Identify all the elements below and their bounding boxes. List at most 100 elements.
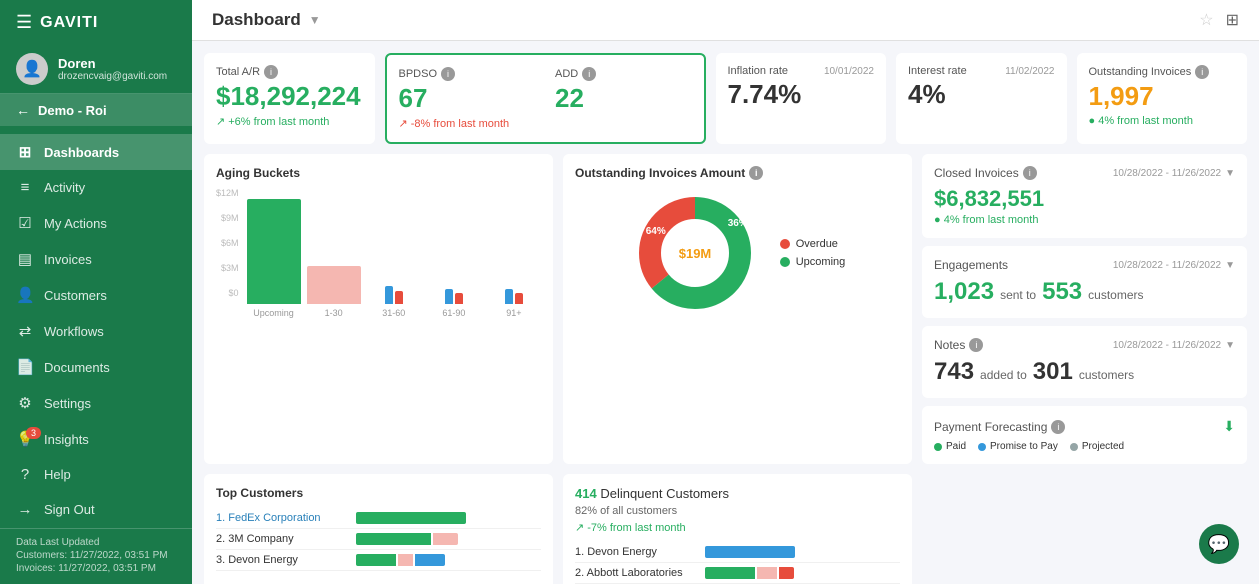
engagements-values: 1,023 sent to 553 customers: [934, 278, 1235, 306]
outstanding-label: Outstanding Invoices i: [1089, 65, 1236, 79]
customer-bar-blue: [415, 554, 445, 566]
info-icon-pf: i: [1051, 420, 1065, 434]
activity-icon: ≡: [16, 179, 34, 196]
eng-sent-to: sent to: [1000, 288, 1036, 302]
sidebar-item-label: Settings: [44, 396, 91, 411]
legend-projected: Projected: [1070, 441, 1124, 452]
outstanding-amount-title: Outstanding Invoices Amount i: [575, 166, 900, 180]
topbar-right: ☆ ⊞: [1199, 10, 1239, 30]
trend-down-icon: ↗: [399, 117, 408, 130]
customer-name: 2. 3M Company: [216, 533, 356, 545]
metric-bpdso: BPDSO i 67 ↗ -8% from last month: [399, 67, 536, 130]
interest-value: 4%: [908, 79, 1055, 110]
y-axis: $12M $9M $6M $3M $0: [216, 188, 243, 318]
legend-promise: Promise to Pay: [978, 441, 1058, 452]
filter-icon[interactable]: ⊞: [1226, 10, 1239, 30]
sidebar-item-label: Workflows: [44, 324, 104, 339]
upcoming-dot: [780, 257, 790, 267]
dropdown-arrow-icon[interactable]: ▼: [309, 13, 321, 27]
metric-add: ADD i 22: [555, 67, 692, 130]
info-icon-bpdso: i: [441, 67, 455, 81]
footer-line1: Data Last Updated: [16, 537, 176, 548]
eng-sent: 1,023: [934, 278, 994, 306]
customer-bar-green: [356, 554, 396, 566]
eng-customers-label: customers: [1088, 288, 1143, 302]
sidebar-item-help[interactable]: ? Help: [0, 457, 192, 492]
sidebar-item-settings[interactable]: ⚙ Settings: [0, 385, 192, 421]
del-bar-pink: [757, 567, 777, 579]
donut-chart: $19M 64% 36%: [630, 188, 760, 318]
bottom-right-placeholder: [922, 474, 1247, 584]
delinquent-header: 414 Delinquent Customers: [575, 486, 900, 501]
customer-name: 3. Devon Energy: [216, 554, 356, 566]
sidebar-item-dashboards[interactable]: ⊞ Dashboards: [0, 134, 192, 170]
check-icon: ☑: [16, 214, 34, 232]
hamburger-icon[interactable]: ☰: [16, 12, 32, 33]
main-content: Dashboard ▼ ☆ ⊞ Total A/R i $18,292,224 …: [192, 0, 1259, 584]
info-icon-oia: i: [749, 166, 763, 180]
delinquent-count: 414: [575, 486, 597, 501]
sidebar-item-workflows[interactable]: ⇄ Workflows: [0, 313, 192, 349]
trend-icon: ↗: [575, 521, 584, 534]
sidebar-item-customers[interactable]: 👤 Customers: [0, 277, 192, 313]
metric-value: $18,292,224: [216, 81, 363, 112]
payment-forecast-card: Payment Forecasting i ⬇ Paid Promise to …: [922, 406, 1247, 464]
legend-overdue: Overdue: [780, 238, 846, 250]
insights-badge: 3: [26, 427, 41, 439]
sidebar-footer: Data Last Updated Customers: 11/27/2022,…: [0, 528, 192, 584]
bar-61-90: 61-90: [427, 289, 481, 318]
sidebar-item-sign-out[interactable]: → Sign Out: [0, 492, 192, 527]
logo-area: ☰ GAVITI: [0, 0, 192, 45]
outstanding-amount-card: Outstanding Invoices Amount i $19M 64%: [563, 154, 912, 464]
topbar: Dashboard ▼ ☆ ⊞: [192, 0, 1259, 41]
sidebar-item-label: Invoices: [44, 252, 92, 267]
sidebar-item-invoices[interactable]: ▤ Invoices: [0, 241, 192, 277]
document-icon: 📄: [16, 358, 34, 376]
outstanding-value: 1,997: [1089, 81, 1236, 112]
closed-date: 10/28/2022 - 11/26/2022: [1113, 168, 1221, 179]
bottom-row: Top Customers 1. FedEx Corporation 2. 3M…: [204, 474, 1247, 584]
settings-icon: ⚙: [16, 394, 34, 412]
logo-text: GAVITI: [40, 14, 98, 32]
overdue-dot: [780, 239, 790, 249]
sidebar-item-label: Sign Out: [44, 502, 95, 517]
legend-paid: Paid: [934, 441, 966, 452]
trend-up-icon: ↗: [216, 115, 225, 128]
sidebar-item-documents[interactable]: 📄 Documents: [0, 349, 192, 385]
star-icon[interactable]: ☆: [1199, 10, 1213, 30]
notes-values: 743 added to 301 customers: [934, 358, 1235, 386]
download-icon[interactable]: ⬇: [1223, 418, 1235, 435]
user-profile: 👤 Doren drozencvaig@gaviti.com: [0, 45, 192, 94]
metric-interest: Interest rate 11/02/2022 4%: [896, 53, 1067, 144]
closed-dropdown-icon[interactable]: ▼: [1225, 168, 1235, 179]
add-value: 22: [555, 83, 692, 114]
sidebar-item-my-actions[interactable]: ☑ My Actions: [0, 205, 192, 241]
chat-bubble[interactable]: 💬: [1199, 524, 1239, 564]
notes-dropdown-icon[interactable]: ▼: [1225, 340, 1235, 351]
bar-91-plus: 91+: [487, 289, 541, 318]
sidebar-item-label: Documents: [44, 360, 110, 375]
notes-customers: 301: [1033, 358, 1073, 386]
right-column: Closed Invoices i 10/28/2022 - 11/26/202…: [922, 154, 1247, 464]
delinquent-card: 414 Delinquent Customers 82% of all cust…: [563, 474, 912, 584]
info-icon-ci: i: [1023, 166, 1037, 180]
eng-dropdown-icon[interactable]: ▼: [1225, 260, 1235, 271]
closed-value: $6,832,551: [934, 186, 1235, 212]
notes-customers-label: customers: [1079, 368, 1134, 382]
customers-icon: 👤: [16, 286, 34, 304]
closed-header: Closed Invoices i 10/28/2022 - 11/26/202…: [934, 166, 1235, 180]
delinquent-devon: 1. Devon Energy: [575, 542, 900, 563]
demo-back-icon: ←: [16, 102, 30, 118]
demo-label[interactable]: ← Demo - Roi: [0, 94, 192, 126]
workflow-icon: ⇄: [16, 322, 34, 340]
charts-row: Aging Buckets $12M $9M $6M $3M $0: [204, 154, 1247, 464]
sidebar-item-activity[interactable]: ≡ Activity: [0, 170, 192, 205]
engagements-card: Engagements 10/28/2022 - 11/26/2022 ▼ 1,…: [922, 246, 1247, 318]
sidebar-item-label: My Actions: [44, 216, 107, 231]
sidebar-item-insights[interactable]: 💡 Insights 3: [0, 421, 192, 457]
top-customers-list: 1. FedEx Corporation 2. 3M Company: [216, 508, 541, 571]
notes-date: 10/28/2022 - 11/26/2022: [1113, 340, 1221, 351]
closed-change: ● 4% from last month: [934, 214, 1235, 226]
paid-dot: [934, 443, 942, 451]
customer-3m: 2. 3M Company: [216, 529, 541, 550]
